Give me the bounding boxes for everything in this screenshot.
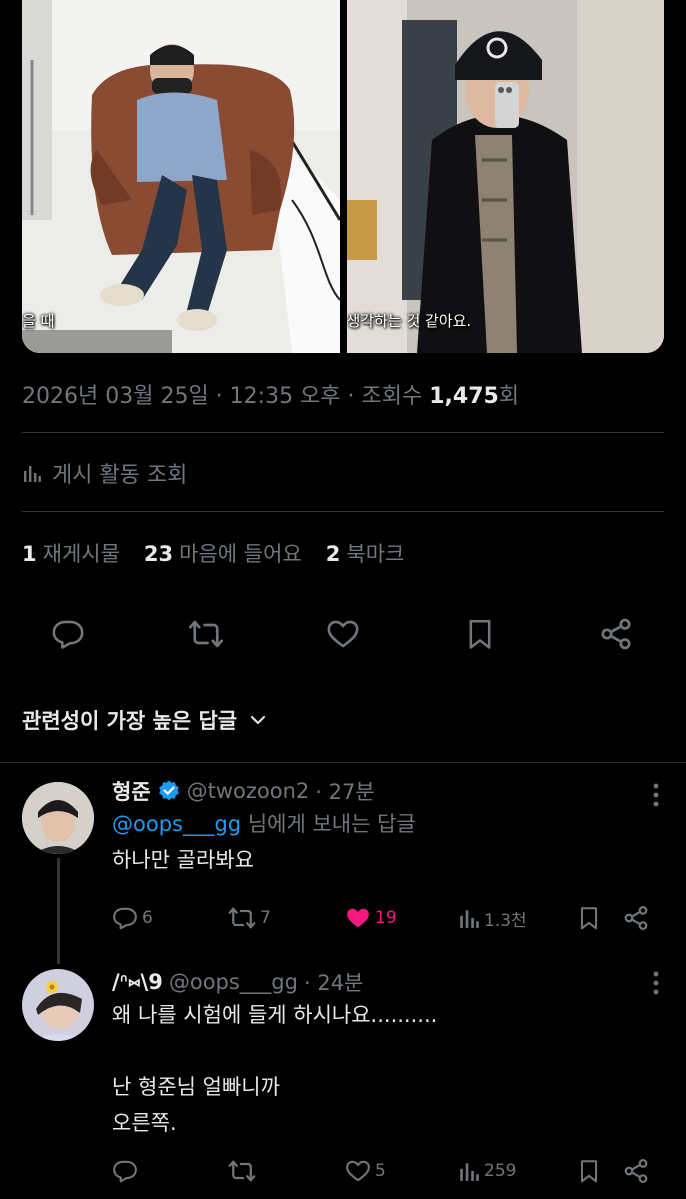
- user-handle[interactable]: @twozoon2: [187, 779, 310, 803]
- like-count: 19: [375, 908, 397, 928]
- reply-count: 6: [142, 908, 153, 928]
- repost-count: 7: [260, 908, 271, 928]
- photo-armchair-man: [22, 0, 340, 353]
- reply-text-line: [112, 1033, 664, 1069]
- display-name[interactable]: 형준: [112, 776, 151, 806]
- engagement-stats: 1 재게시물 23 마음에 들어요 2 북마크: [22, 538, 404, 568]
- post-activity-link[interactable]: 게시 활동 조회: [22, 457, 187, 489]
- post-datetime: 2026년 03월 25일 · 12:35 오후 · 조회수: [22, 384, 423, 409]
- repost-icon: [228, 1160, 256, 1182]
- media-grid: 을 때 생각하는 것 같아요.: [22, 0, 664, 353]
- post-action-bar: [0, 612, 686, 656]
- photo-left[interactable]: 을 때: [22, 0, 340, 353]
- repost-icon: [188, 620, 224, 648]
- reply-item[interactable]: /ᐢ⑅\9 @oops___gg · 24분 왜 나를 시험에 들게 하시나요.…: [0, 964, 686, 1199]
- reply-sort-dropdown[interactable]: 관련성이 가장 높은 답글: [22, 705, 267, 735]
- reply-header: /ᐢ⑅\9 @oops___gg · 24분: [112, 967, 664, 997]
- divider: [22, 511, 664, 512]
- photo-mirror-selfie: [346, 0, 664, 353]
- reply-text-line: 오른쪽.: [112, 1111, 177, 1135]
- reply-icon: [113, 907, 137, 930]
- post-meta: 2026년 03월 25일 · 12:35 오후 · 조회수 1,475회: [22, 378, 519, 410]
- views-button[interactable]: 259: [458, 1160, 516, 1182]
- like-button[interactable]: 19: [345, 905, 397, 931]
- bookmark-icon: [580, 1160, 598, 1183]
- reply-text-line: 왜 나를 시험에 들게 하시나요..........: [112, 1003, 438, 1027]
- reply-icon: [52, 620, 84, 649]
- left-caption: 을 때: [22, 312, 55, 330]
- right-caption: 생각하는 것 같아요.: [346, 312, 472, 330]
- bar-chart-icon: [460, 1163, 479, 1181]
- reply-action-bar: 5 259: [112, 1156, 662, 1186]
- post-activity-label: 게시 활동 조회: [52, 463, 188, 488]
- chevron-down-icon: [251, 715, 266, 725]
- share-button[interactable]: [594, 612, 638, 656]
- reply-body: 형준 @twozoon2 · 27분 @oops___gg 님에게 보내는 답글…: [112, 776, 664, 878]
- like-count: 5: [375, 1161, 386, 1181]
- repost-icon: [228, 907, 256, 929]
- view-count: 1.3천: [484, 910, 527, 931]
- share-icon: [624, 906, 648, 930]
- reply-time: · 24분: [303, 971, 364, 995]
- reply-button[interactable]: [112, 1158, 142, 1184]
- thread-line: [57, 858, 60, 964]
- views-button[interactable]: 1.3천: [458, 906, 527, 931]
- repost-button[interactable]: 7: [228, 904, 271, 932]
- bookmark-icon: [580, 907, 598, 930]
- heart-icon: [327, 620, 359, 648]
- photo-right[interactable]: 생각하는 것 같아요.: [346, 0, 664, 353]
- avatar[interactable]: [22, 969, 94, 1041]
- more-icon[interactable]: [652, 782, 660, 812]
- share-icon: [601, 618, 631, 650]
- repost-button[interactable]: [184, 612, 228, 656]
- bookmark-button[interactable]: [576, 905, 602, 931]
- reply-time: · 27분: [315, 780, 375, 804]
- reply-item[interactable]: 형준 @twozoon2 · 27분 @oops___gg 님에게 보내는 답글…: [0, 776, 686, 964]
- avatar[interactable]: [22, 782, 94, 854]
- reply-header: 형준 @twozoon2 · 27분: [112, 776, 664, 806]
- like-button[interactable]: [321, 612, 365, 656]
- user-handle[interactable]: @oops___gg: [169, 970, 298, 994]
- like-button[interactable]: 5: [345, 1158, 386, 1184]
- more-icon[interactable]: [652, 970, 660, 1000]
- sort-label: 관련성이 가장 높은 답글: [22, 709, 238, 733]
- view-count: 1,475: [429, 384, 499, 409]
- bookmark-button[interactable]: [458, 612, 502, 656]
- heart-icon: [346, 1160, 370, 1182]
- share-button[interactable]: [622, 904, 650, 932]
- reply-button[interactable]: [46, 612, 90, 656]
- share-button[interactable]: [622, 1157, 650, 1185]
- bar-chart-icon: [460, 910, 479, 928]
- reply-text: 하나만 골라봐요: [112, 848, 254, 872]
- reply-text-line: 난 형준님 얼빠니까: [112, 1075, 280, 1099]
- divider: [22, 432, 664, 433]
- verified-badge-icon: [158, 780, 179, 801]
- share-icon: [624, 1159, 648, 1183]
- divider: [0, 762, 686, 763]
- mention-link[interactable]: @oops___gg: [112, 812, 241, 836]
- reply-button[interactable]: 6: [112, 905, 153, 931]
- replying-to: @oops___gg 님에게 보내는 답글: [112, 812, 416, 836]
- reply-body: /ᐢ⑅\9 @oops___gg · 24분 왜 나를 시험에 들게 하시나요.…: [112, 967, 664, 1141]
- view-count: 259: [484, 1161, 517, 1181]
- bookmarks-stat[interactable]: 2 북마크: [326, 538, 405, 568]
- likes-stat[interactable]: 23 마음에 들어요: [144, 538, 302, 568]
- reply-action-bar: 6 7 19 1.3천: [112, 903, 662, 933]
- repost-button[interactable]: [228, 1157, 260, 1185]
- bookmark-button[interactable]: [576, 1158, 602, 1184]
- tweet-detail-page: 을 때 생각하는 것 같아요. 2026년 03월 25일 · 12:35 오후…: [0, 0, 686, 1199]
- bar-chart-icon: [24, 466, 41, 482]
- reposts-stat[interactable]: 1 재게시물: [22, 538, 120, 568]
- heart-icon: [347, 908, 369, 928]
- display-name[interactable]: /ᐢ⑅\9: [112, 970, 163, 994]
- view-count-suffix: 회: [498, 384, 520, 409]
- bookmark-icon: [469, 619, 491, 649]
- reply-icon: [113, 1160, 137, 1183]
